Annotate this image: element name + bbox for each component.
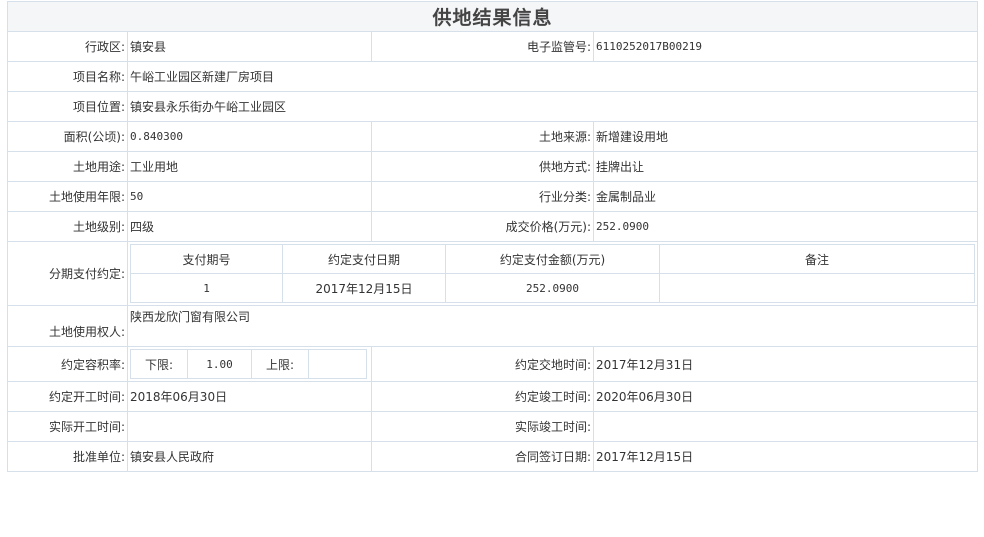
installment-header-period: 支付期号 — [130, 244, 283, 274]
supervision-no-value: 6110252017B00219 — [592, 31, 979, 62]
actual-complete-label: 实际竣工时间: — [371, 411, 594, 442]
actual-start-value — [127, 411, 372, 442]
installment-date: 2017年12月15日 — [282, 273, 446, 303]
area-label: 面积(公顷): — [7, 121, 128, 152]
far-cell: 下限: 1.00 上限: — [127, 346, 372, 382]
supervision-no-label: 电子监管号: — [371, 31, 594, 62]
district-value: 镇安县 — [127, 31, 372, 62]
start-time-label: 约定开工时间: — [7, 381, 128, 412]
project-location-label: 项目位置: — [7, 91, 128, 122]
project-location-value: 镇安县永乐街办午峪工业园区 — [126, 91, 979, 122]
approval-unit-label: 批准单位: — [7, 441, 128, 472]
contract-date-label: 合同签订日期: — [371, 441, 594, 472]
far-lower-label: 下限: — [130, 349, 188, 379]
land-user-value: 陕西龙欣门窗有限公司 — [126, 305, 979, 347]
contract-date-value: 2017年12月15日 — [592, 441, 979, 472]
installment-amount: 252.0900 — [445, 273, 660, 303]
land-source-label: 土地来源: — [371, 121, 594, 152]
installment-remark — [659, 273, 975, 303]
table-row: 1 2017年12月15日 252.0900 — [130, 273, 975, 303]
far-lower-value: 1.00 — [187, 349, 252, 379]
land-grade-value: 四级 — [127, 211, 372, 242]
supply-method-label: 供地方式: — [371, 151, 594, 182]
industry-value: 金属制品业 — [592, 181, 979, 212]
far-upper-label: 上限: — [251, 349, 309, 379]
land-supply-result-panel: 供地结果信息 行政区: 镇安县 电子监管号: 6110252017B00219 … — [6, 1, 979, 472]
project-name-value: 午峪工业园区新建厂房项目 — [126, 61, 979, 92]
supply-method-value: 挂牌出让 — [592, 151, 979, 182]
land-use-value: 工业用地 — [127, 151, 372, 182]
district-label: 行政区: — [7, 31, 128, 62]
installment-table: 支付期号 约定支付日期 约定支付金额(万元) 备注 1 2017年12月15日 … — [130, 244, 975, 303]
use-years-value: 50 — [127, 181, 372, 212]
land-supply-result-table: 供地结果信息 行政区: 镇安县 电子监管号: 6110252017B00219 … — [6, 1, 979, 472]
land-use-label: 土地用途: — [7, 151, 128, 182]
project-name-label: 项目名称: — [7, 61, 128, 92]
complete-time-value: 2020年06月30日 — [592, 381, 979, 412]
actual-complete-value — [592, 411, 979, 442]
land-grade-label: 土地级别: — [7, 211, 128, 242]
industry-label: 行业分类: — [371, 181, 594, 212]
price-value: 252.0900 — [592, 211, 979, 242]
area-value: 0.840300 — [127, 121, 372, 152]
page-title: 供地结果信息 — [6, 1, 979, 32]
installment-header-row: 支付期号 约定支付日期 约定支付金额(万元) 备注 — [130, 244, 975, 274]
installment-label: 分期支付约定: — [7, 241, 128, 306]
installment-header-date: 约定支付日期 — [282, 244, 446, 274]
far-label: 约定容积率: — [7, 346, 128, 382]
delivery-time-label: 约定交地时间: — [371, 346, 594, 382]
land-source-value: 新增建设用地 — [592, 121, 979, 152]
far-range-table: 下限: 1.00 上限: — [130, 349, 367, 379]
use-years-label: 土地使用年限: — [7, 181, 128, 212]
actual-start-label: 实际开工时间: — [7, 411, 128, 442]
installment-period: 1 — [130, 273, 283, 303]
installment-cell: 支付期号 约定支付日期 约定支付金额(万元) 备注 1 2017年12月15日 … — [126, 241, 979, 306]
installment-header-remark: 备注 — [659, 244, 975, 274]
installment-header-amount: 约定支付金额(万元) — [445, 244, 660, 274]
land-user-label: 土地使用权人: — [7, 305, 128, 347]
approval-unit-value: 镇安县人民政府 — [127, 441, 372, 472]
delivery-time-value: 2017年12月31日 — [592, 346, 979, 382]
far-upper-value — [308, 349, 367, 379]
price-label: 成交价格(万元): — [371, 211, 594, 242]
start-time-value: 2018年06月30日 — [127, 381, 372, 412]
complete-time-label: 约定竣工时间: — [371, 381, 594, 412]
